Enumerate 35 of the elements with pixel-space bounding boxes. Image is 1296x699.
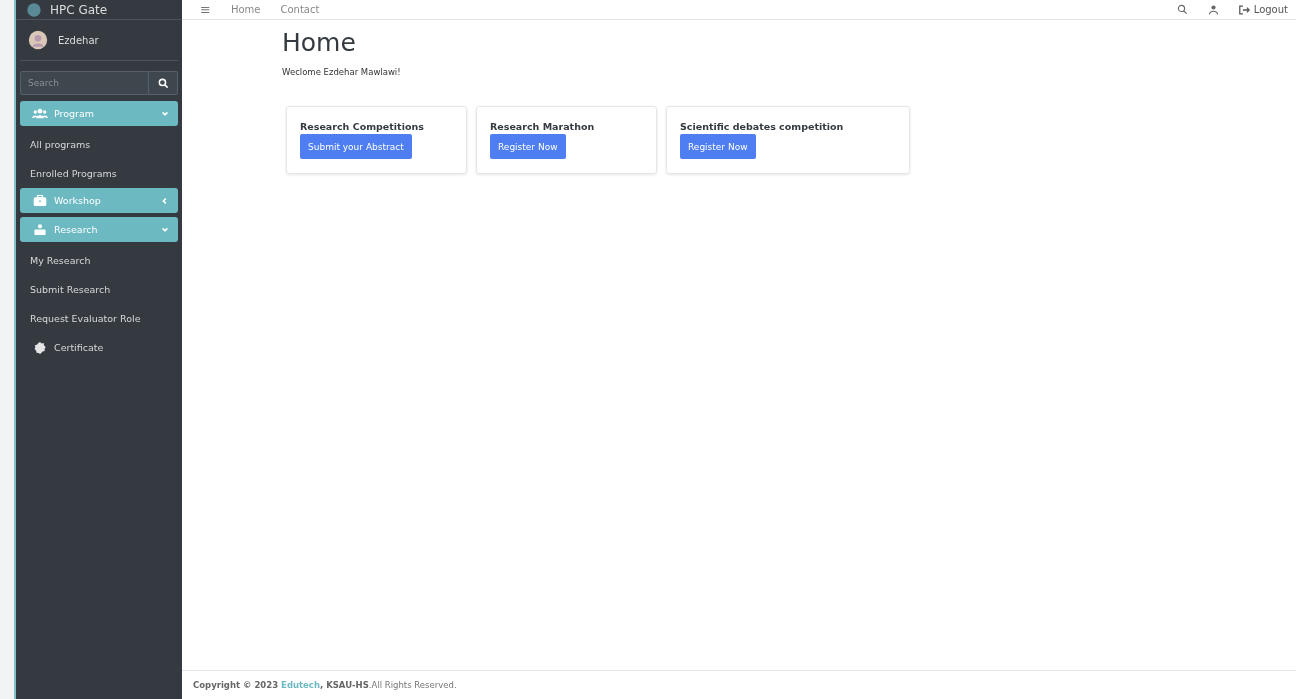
avatar-icon <box>28 30 48 50</box>
sidebar-link[interactable]: My Research <box>20 246 178 275</box>
card-button[interactable]: Register Now <box>680 134 756 159</box>
person-book-icon <box>32 224 48 235</box>
menu-icon[interactable]: ≡ <box>200 2 211 17</box>
briefcase-icon <box>32 195 48 206</box>
badge-icon <box>34 341 46 354</box>
brand-title[interactable]: HPC Gate <box>50 2 108 17</box>
nav-link[interactable]: Contact <box>280 4 320 15</box>
card-title: Research Competitions <box>300 121 425 132</box>
card-button[interactable]: Submit your Abstract <box>300 134 412 159</box>
sidebar-link[interactable]: All programs <box>20 130 178 159</box>
sidebar-search-field[interactable]: Search <box>20 71 149 95</box>
sidebar-link[interactable]: Certificate <box>46 333 104 362</box>
search-icon <box>157 77 169 89</box>
search-icon[interactable] <box>1176 4 1188 15</box>
logo-icon <box>26 1 42 18</box>
nav-link[interactable]: Home <box>230 4 261 15</box>
sidebar-link[interactable]: Submit Research <box>20 275 178 304</box>
sidebar-link[interactable]: Request Evaluator Role <box>20 304 178 333</box>
copyright-text: Copyright © 2023 <box>193 680 279 690</box>
logout-icon <box>1238 4 1250 15</box>
search-button[interactable] <box>149 71 178 95</box>
welcome-text: Weclome Ezdehar Mawlawi! <box>282 67 402 77</box>
sidebar-link[interactable]: Enrolled Programs <box>20 159 178 188</box>
card-title: Scientific debates competition <box>680 121 845 132</box>
card-title: Research Marathon <box>490 121 596 132</box>
rights-text: .All Rights Reserved. <box>368 680 457 690</box>
page-title: Home <box>282 28 357 57</box>
user-name[interactable]: Ezdehar <box>58 34 99 46</box>
person-icon[interactable] <box>1207 4 1219 15</box>
users-icon <box>32 108 48 119</box>
logout-link[interactable]: Logout <box>1238 4 1288 15</box>
org-name: , KSAU-HS <box>319 680 369 690</box>
card-button[interactable]: Register Now <box>490 134 566 159</box>
